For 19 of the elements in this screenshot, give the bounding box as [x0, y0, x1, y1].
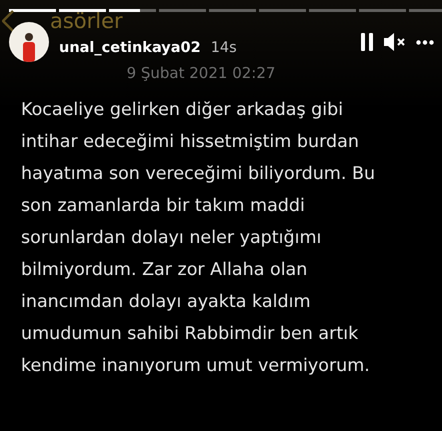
- viewed-segment: [9, 8, 56, 13]
- progress-segment: [309, 8, 356, 13]
- note-text: Kocaeliye gelirken diğer arkadaş gibi intihar edeceğimi hissetmiştim burdan hayatıma son vereceğimi biliyordum. Bu son zamanlarda bir takım maddi sorunlardan dolayı neler yaptığımı bilmiyordum. Zar zor Allaha olan inancımdan dolayı ayakta kaldım umudumun sahibi Rabbimdir ben artık kendime inanıyorum umut vermiyorum.: [21, 99, 376, 378]
- username[interactable]: unal_cetinkaya02: [59, 40, 201, 56]
- progress-segment: [259, 8, 306, 13]
- chevron-left-icon: [2, 10, 14, 32]
- post-time: 14s: [210, 40, 237, 56]
- note-date: 9 Şubat 2021 02:27: [126, 64, 276, 82]
- avatar[interactable]: [9, 22, 49, 62]
- more-button[interactable]: [416, 40, 434, 44]
- progress-segment: [359, 8, 406, 13]
- progress-segment: [209, 8, 256, 13]
- viewed-segment: [59, 8, 106, 13]
- person-icon: [21, 32, 37, 62]
- progress-segment: [409, 8, 442, 13]
- pause-button[interactable]: [360, 33, 374, 51]
- back-link[interactable]: asörler: [0, 11, 123, 31]
- progress-segment: [159, 8, 206, 13]
- mute-button[interactable]: [384, 33, 406, 51]
